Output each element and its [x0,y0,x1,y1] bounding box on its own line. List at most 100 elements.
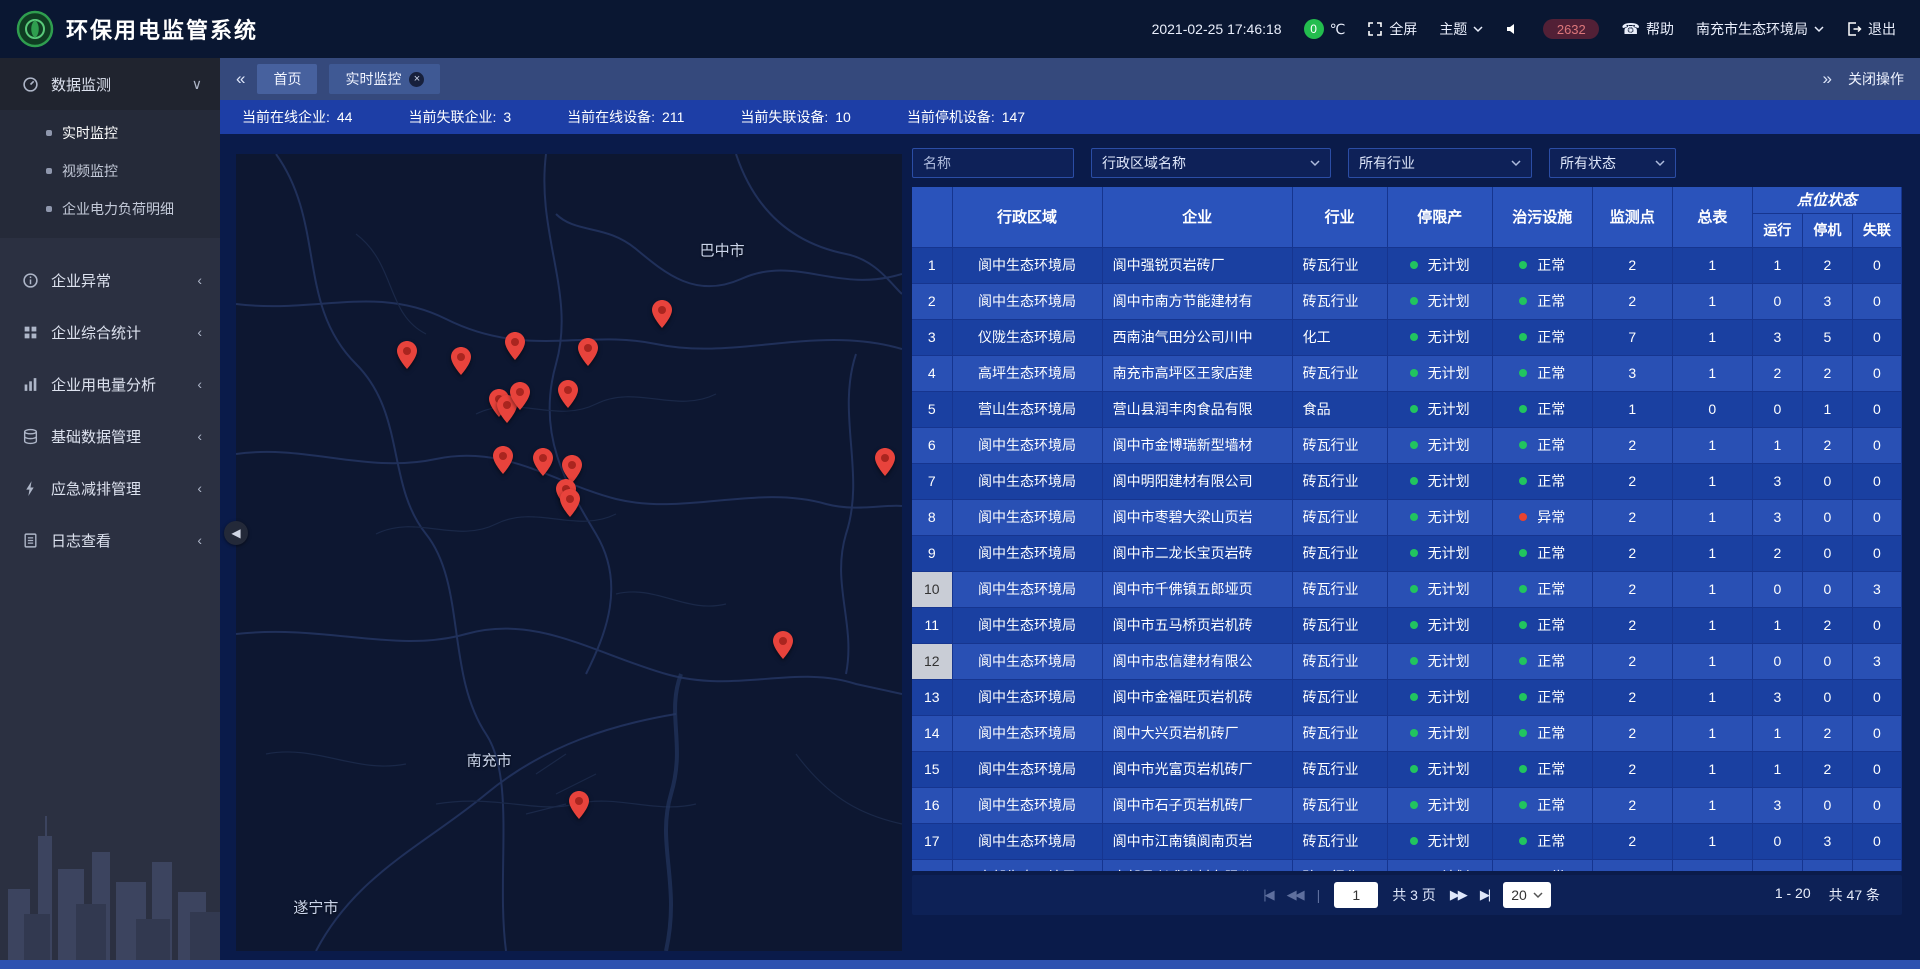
map-pin[interactable] [569,791,589,819]
cell-region: 阆中生态环境局 [952,607,1102,643]
sidebar-group-data-monitoring[interactable]: 数据监测 ∨ [0,58,220,110]
map-collapse-handle[interactable]: ◀ [224,521,248,545]
map-pin[interactable] [451,347,471,375]
cell-stopped-count: 1 [1802,391,1852,427]
scroll-left-icon[interactable]: « [236,69,245,89]
sound-button[interactable] [1505,21,1521,37]
first-page-button[interactable]: |◀ [1263,887,1272,903]
prev-page-button[interactable]: ◀◀ [1287,887,1303,903]
status-filter-select[interactable]: 所有状态 [1549,148,1676,178]
sidebar-group-enterprise-abnormal[interactable]: 企业异常 ‹ [0,254,220,306]
sidebar-item-video-monitoring[interactable]: 视频监控 [0,152,220,190]
cell-company: 阆中市金博瑞新型墙材 [1102,427,1292,463]
table-row[interactable]: 14 阆中生态环境局 阆中大兴页岩机砖厂 砖瓦行业 无计划 [912,715,1902,751]
fullscreen-button[interactable]: 全屏 [1367,19,1417,39]
table-row[interactable]: 9 阆中生态环境局 阆中市二龙长宝页岩砖 砖瓦行业 无计划 [912,535,1902,571]
table-row[interactable]: 17 阆中生态环境局 阆中市江南镇阆南页岩 砖瓦行业 无计划 [912,823,1902,859]
map-pin[interactable] [505,332,525,360]
col-monitor: 监测点 [1592,187,1672,247]
scroll-right-icon[interactable]: » [1823,69,1832,89]
cell-meter-count: 1 [1672,499,1752,535]
stats-bar: 当前在线企业: 44 当前失联企业: 3 当前在线设备: 211 当前失联设备:… [220,100,1920,134]
sidebar-group-emergency-reduction[interactable]: 应急减排管理 ‹ [0,462,220,514]
page-size-select[interactable]: 20 [1503,882,1551,908]
region-filter-select[interactable]: 行政区域名称 [1091,148,1331,178]
sidebar-item-power-load-detail[interactable]: 企业电力负荷明细 [0,190,220,228]
page-input[interactable] [1334,882,1378,908]
status-dot-icon [1410,801,1418,809]
cell-region: 阆中生态环境局 [952,715,1102,751]
cell-lost-count: 0 [1852,679,1901,715]
cell-company: 阆中强锐页岩砖厂 [1102,247,1292,283]
map-pin[interactable] [560,489,580,517]
chevron-down-icon: ∨ [192,76,202,93]
col-facility: 治污设施 [1492,187,1592,247]
cell-meter-count: 1 [1672,283,1752,319]
cell-industry: 砖瓦行业 [1292,535,1387,571]
status-dot-icon [1410,765,1418,773]
cell-industry: 砖瓦行业 [1292,787,1387,823]
table-row[interactable]: 13 阆中生态环境局 阆中市金福旺页岩机砖 砖瓦行业 无计划 [912,679,1902,715]
table-row[interactable]: 10 阆中生态环境局 阆中市千佛镇五郎垭页 砖瓦行业 无计划 [912,571,1902,607]
theme-menu[interactable]: 主题 [1439,19,1483,39]
last-page-button[interactable]: ▶| [1480,887,1489,903]
table-row[interactable]: 15 阆中生态环境局 阆中市光富页岩机砖厂 砖瓦行业 无计划 [912,751,1902,787]
industry-filter-select[interactable]: 所有行业 [1348,148,1532,178]
table-row[interactable]: 2 阆中生态环境局 阆中市南方节能建材有 砖瓦行业 无计划 [912,283,1902,319]
status-dot-icon [1519,405,1527,413]
cell-stop-status: 无计划 [1387,283,1492,319]
table-row[interactable]: 5 营山生态环境局 营山县润丰肉食品有限 食品 无计划 [912,391,1902,427]
table-row[interactable]: 16 阆中生态环境局 阆中市石子页岩机砖厂 砖瓦行业 无计划 [912,787,1902,823]
status-dot-icon [1519,441,1527,449]
map-pin[interactable] [510,382,530,410]
cell-stop-status: 无计划 [1387,607,1492,643]
notification-badge[interactable]: 2632 [1543,19,1599,39]
sidebar-item-realtime-monitoring[interactable]: 实时监控 [0,114,220,152]
sidebar-group-log-view[interactable]: 日志查看 ‹ [0,514,220,566]
cell-industry: 砖瓦行业 [1292,607,1387,643]
close-operations-button[interactable]: 关闭操作 [1848,69,1904,89]
table-row[interactable]: 11 阆中生态环境局 阆中市五马桥页岩机砖 砖瓦行业 无计划 [912,607,1902,643]
close-icon[interactable]: × [409,72,424,87]
cell-company: 阆中市二龙长宝页岩砖 [1102,535,1292,571]
cell-region: 阆中生态环境局 [952,751,1102,787]
map-pin[interactable] [397,341,417,369]
cell-run-count: 1 [1752,247,1802,283]
chevron-down-icon [1473,26,1483,33]
table-row[interactable]: 6 阆中生态环境局 阆中市金博瑞新型墙材 砖瓦行业 无计划 [912,427,1902,463]
table-row[interactable]: 12 阆中生态环境局 阆中市忠信建材有限公 砖瓦行业 无计划 [912,643,1902,679]
map-pin[interactable] [652,300,672,328]
cell-stop-status: 无计划 [1387,391,1492,427]
help-button[interactable]: ☎ 帮助 [1621,19,1674,39]
table-row[interactable]: 1 阆中生态环境局 阆中强锐页岩砖厂 砖瓦行业 无计划 [912,247,1902,283]
organization-menu[interactable]: 南充市生态环境局 [1696,19,1824,39]
map-pin[interactable] [578,338,598,366]
sidebar-group-basic-data[interactable]: 基础数据管理 ‹ [0,410,220,462]
sidebar-group-enterprise-statistics[interactable]: 企业综合统计 ‹ [0,306,220,358]
cell-meter-count: 1 [1672,607,1752,643]
map-pin[interactable] [493,446,513,474]
tab-home[interactable]: 首页 [257,64,317,94]
name-filter-input[interactable] [912,148,1074,178]
table-row[interactable]: 8 阆中生态环境局 阆中市枣碧大梁山页岩 砖瓦行业 无计划 [912,499,1902,535]
cell-region: 阆中生态环境局 [952,823,1102,859]
map-pin[interactable] [558,380,578,408]
table-row[interactable]: 4 高坪生态环境局 南充市高坪区王家店建 砖瓦行业 无计划 [912,355,1902,391]
fullscreen-icon [1367,21,1383,37]
status-dot-icon [1410,729,1418,737]
map-pin[interactable] [773,631,793,659]
map[interactable]: 巴中市 南充市 遂宁市 [236,154,902,951]
table-row[interactable]: 18 南部生态环境局 南部县兴盛建材有限公 砖瓦行业 无计划 [912,859,1902,871]
table-row[interactable]: 3 仪陇生态环境局 西南油气田分公司川中 化工 无计划 [912,319,1902,355]
cell-meter-count: 1 [1672,787,1752,823]
cell-stopped-count: 0 [1802,787,1852,823]
status-dot-icon [1410,369,1418,377]
logout-button[interactable]: 退出 [1846,19,1896,39]
sidebar-group-electricity-analysis[interactable]: 企业用电量分析 ‹ [0,358,220,410]
table-row[interactable]: 7 阆中生态环境局 阆中明阳建材有限公司 砖瓦行业 无计划 [912,463,1902,499]
cell-monitor-count: 7 [1592,319,1672,355]
map-pin[interactable] [875,448,895,476]
next-page-button[interactable]: ▶▶ [1450,887,1466,903]
tab-realtime-monitoring[interactable]: 实时监控 × [329,64,440,94]
map-pin[interactable] [533,448,553,476]
